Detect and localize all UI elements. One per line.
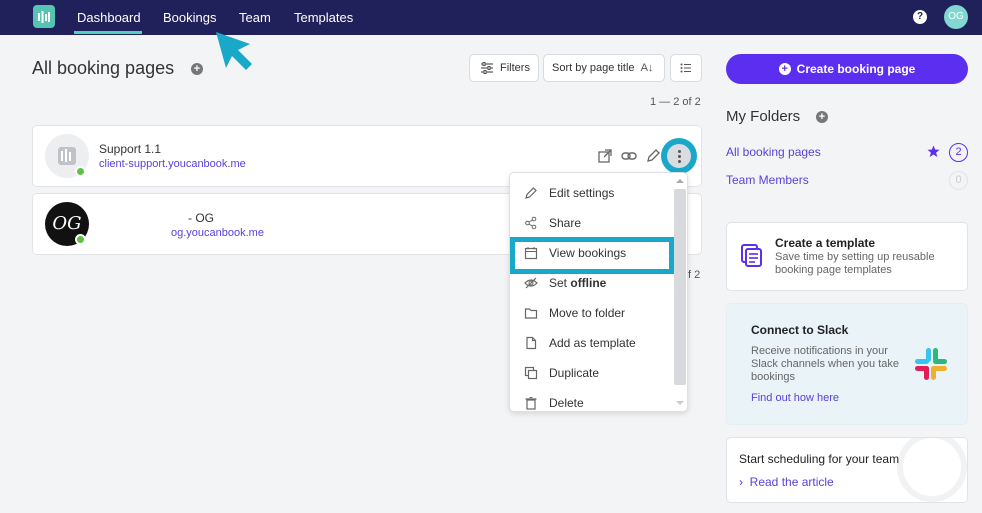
scroll-down-icon[interactable] [676,401,684,405]
options-menu: Edit settings Share View bookings Set of… [509,172,688,412]
plus-icon: + [778,63,791,75]
folders-title: My Folders [726,108,801,125]
copy-link-icon[interactable] [621,148,637,164]
trash-icon [525,397,537,410]
menu-scrollbar[interactable] [674,189,686,385]
team-panel-title: Start scheduling for your team [739,452,900,466]
filters-label: Filters [500,62,530,74]
app-logo[interactable] [33,5,55,28]
pagination-info: 1 — 2 of 2 [650,96,701,108]
card-title: Support 1.1 [99,142,162,156]
nav-bookings[interactable]: Bookings [163,10,216,25]
menu-item-label: Edit settings [549,186,615,200]
create-button-label: Create booking page [796,62,916,76]
slack-find-out-link[interactable]: Find out how here [751,392,839,404]
active-tab-indicator [74,31,142,34]
add-folder-icon[interactable]: + [816,111,828,123]
menu-item-label: Move to folder [549,306,626,320]
nav-dashboard[interactable]: Dashboard [77,10,141,25]
online-status-dot [75,234,86,245]
document-icon [526,336,537,350]
edit-icon[interactable] [645,148,661,164]
template-panel-text: Save time by setting up reusable booking… [775,251,935,276]
read-article-link[interactable]: › Read the article [739,475,834,489]
top-nav: Dashboard Bookings Team Templates ? OG [0,0,982,35]
templates-icon [741,244,762,267]
card-link[interactable]: og.youcanbook.me [171,227,264,239]
folder-team-members[interactable]: Team Members [726,173,809,187]
menu-item-label-prefix: Set [549,276,571,290]
card-link[interactable]: client-support.youcanbook.me [99,158,246,170]
pencil-icon [525,187,537,199]
folder-count-badge: 0 [949,171,968,190]
kebab-icon [667,144,691,168]
create-template-panel[interactable]: Create a template Save time by setting u… [726,222,968,291]
pagination-info-fragment: f 2 [688,269,701,281]
sort-dropdown[interactable]: Sort by page title A↓ [543,54,665,82]
sort-label: Sort by page title [552,62,635,74]
menu-item-add-as-template[interactable]: Add as template [510,328,675,358]
share-icon [525,216,537,230]
slack-panel-text: Receive notifications in your Slack chan… [751,345,899,383]
create-booking-page-button[interactable]: + Create booking page [726,54,968,84]
star-icon[interactable] [927,145,940,158]
question-watermark-icon [897,438,967,502]
sort-direction-icon[interactable]: A↓ [641,62,654,74]
slack-panel-title: Connect to Slack [751,323,849,337]
menu-item-move-to-folder[interactable]: Move to folder [510,298,675,328]
logo-icon [38,10,50,23]
more-options-button[interactable] [661,138,697,174]
chevron-right-icon: › [739,475,743,489]
menu-item-duplicate[interactable]: Duplicate [510,358,675,388]
help-icon[interactable]: ? [913,10,927,24]
template-panel-title: Create a template [775,236,876,250]
view-bookings-highlight [510,237,674,274]
filters-button[interactable]: Filters [469,54,539,82]
filter-icon [481,62,493,74]
slack-panel: Connect to Slack Receive notifications i… [726,303,968,425]
page-title: All booking pages [32,58,175,78]
menu-item-label: Share [549,216,582,230]
open-external-icon[interactable] [597,148,613,164]
nav-team[interactable]: Team [239,10,271,25]
pointer-arrow-icon [216,32,252,70]
menu-item-label: Add as template [549,336,636,350]
online-status-dot [75,166,86,177]
team-scheduling-panel[interactable]: Start scheduling for your team › Read th… [726,437,968,503]
list-view-button[interactable] [670,54,702,82]
menu-item-share[interactable]: Share [510,208,675,238]
menu-item-label: Set offline [549,276,606,290]
eye-off-icon [524,277,538,289]
menu-item-edit-settings[interactable]: Edit settings [510,178,675,208]
user-avatar[interactable]: OG [944,5,968,29]
menu-item-label: Duplicate [549,366,600,380]
menu-item-label: Delete [549,396,584,410]
menu-item-delete[interactable]: Delete [510,388,675,411]
slack-logo-icon [915,348,947,380]
folder-count-badge: 2 [949,143,968,162]
menu-item-label-bold: offline [570,276,607,290]
folder-icon [524,308,538,319]
add-page-icon[interactable]: + [191,63,203,75]
read-article-label: Read the article [749,475,834,489]
scroll-up-icon[interactable] [676,179,684,183]
list-icon [680,63,691,73]
card-title: - OG [188,211,214,225]
duplicate-icon [524,366,538,380]
nav-templates[interactable]: Templates [294,10,353,25]
folder-all-booking-pages[interactable]: All booking pages [726,145,821,159]
